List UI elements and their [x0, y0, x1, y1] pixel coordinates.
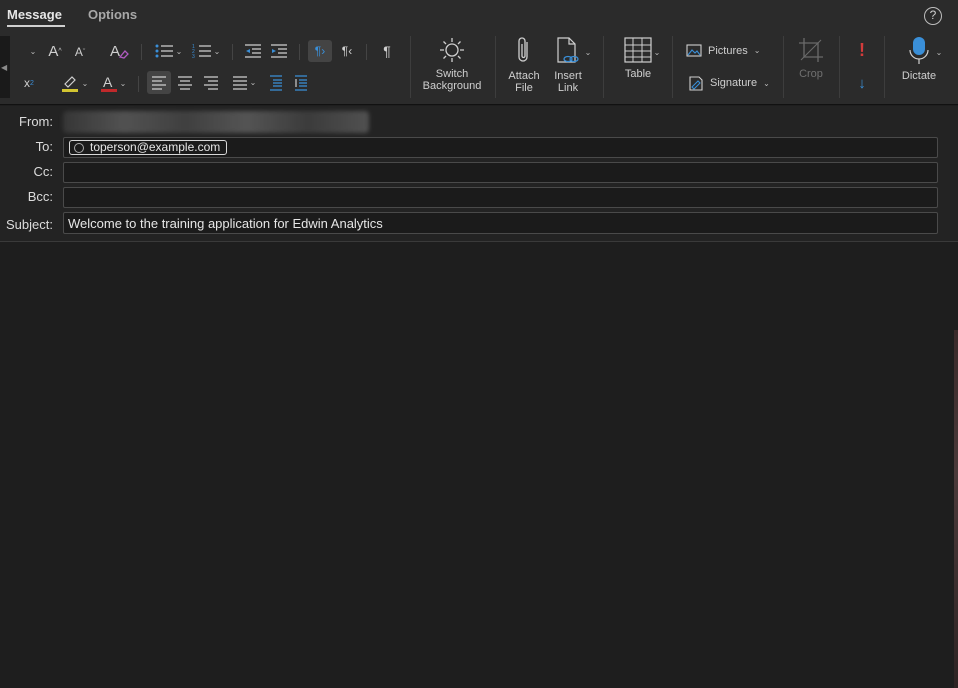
- tab-options[interactable]: Options: [88, 7, 137, 22]
- svg-text:A: A: [110, 43, 120, 60]
- tab-message[interactable]: Message: [7, 7, 62, 22]
- pictures-label: Pictures: [708, 44, 748, 57]
- microphone-icon: [909, 37, 929, 64]
- table-icon: [624, 37, 652, 63]
- active-tab-indicator: [7, 25, 65, 27]
- chevron-down-icon: ⌄: [653, 47, 661, 57]
- highlight-icon[interactable]: ⌄: [56, 72, 92, 94]
- ribbon-toolbar: ◀ ⌄ A ^ Aˇ A ⌄ 1 2 3 ⌄ ¶› ¶‹ ¶ x2 ⌄ A ⌄ ⌄: [0, 30, 958, 105]
- svg-text:A: A: [103, 74, 113, 90]
- dictate-label: Dictate: [901, 70, 937, 82]
- insert-link-label-2: Link: [557, 82, 579, 94]
- paragraph-spacing-icon[interactable]: [290, 71, 312, 94]
- crop-button[interactable]: Crop: [794, 36, 828, 80]
- subject-input[interactable]: [64, 213, 937, 233]
- divider: [410, 36, 411, 98]
- divider: [603, 36, 604, 98]
- chevron-down-icon: ⌄: [753, 46, 761, 55]
- recipient-chip[interactable]: toperson@example.com: [69, 140, 228, 155]
- insert-link-label-1: Insert: [554, 70, 582, 82]
- help-icon[interactable]: ?: [924, 7, 942, 25]
- presence-icon: [74, 143, 84, 153]
- low-importance-icon[interactable]: ↓: [852, 72, 872, 94]
- to-field[interactable]: toperson@example.com: [63, 137, 938, 158]
- background-window-edge: [954, 330, 958, 688]
- bullets-icon[interactable]: ⌄: [150, 41, 186, 61]
- dictate-button[interactable]: Dictate: [896, 36, 942, 82]
- attach-file-label-1: Attach: [508, 70, 540, 82]
- font-size-dropdown[interactable]: ⌄: [24, 42, 40, 60]
- justify-icon[interactable]: ⌄: [226, 71, 262, 94]
- bcc-label: Bcc:: [27, 189, 53, 204]
- picture-icon: [686, 44, 702, 57]
- dictate-dropdown[interactable]: ⌄: [932, 46, 944, 58]
- divider: [141, 44, 142, 60]
- ribbon-tab-bar: Message Options ?: [0, 0, 958, 30]
- cc-label: Cc:: [33, 164, 54, 179]
- message-header: From: To: toperson@example.com Cc: Bcc: …: [0, 106, 958, 242]
- divider: [366, 44, 367, 60]
- attach-file-label-2: File: [515, 82, 533, 94]
- decrease-indent-icon[interactable]: [242, 41, 264, 61]
- signature-button[interactable]: Signature ⌄: [688, 75, 770, 91]
- sun-icon: [440, 38, 464, 62]
- switch-background-label-2: Background: [422, 80, 482, 92]
- bcc-field[interactable]: [63, 187, 938, 208]
- numbering-icon[interactable]: 1 2 3 ⌄: [188, 41, 224, 61]
- right-to-left-icon[interactable]: ¶‹: [336, 40, 358, 62]
- from-account-blurred[interactable]: [63, 111, 369, 133]
- divider: [672, 36, 673, 98]
- cc-input[interactable]: [64, 163, 937, 182]
- signature-label: Signature: [710, 77, 758, 89]
- pictures-button[interactable]: Pictures ⌄: [686, 44, 760, 57]
- attach-file-button[interactable]: Attach File: [504, 36, 544, 94]
- divider: [839, 36, 840, 98]
- divider: [138, 76, 139, 92]
- svg-text:3: 3: [192, 54, 195, 59]
- left-to-right-icon[interactable]: ¶›: [308, 40, 332, 62]
- increase-indent-icon[interactable]: [268, 41, 290, 61]
- show-formatting-icon[interactable]: ¶: [376, 40, 398, 62]
- chevron-down-icon: ⌄: [763, 78, 770, 88]
- insert-link-dropdown[interactable]: ⌄: [581, 46, 593, 58]
- align-left-icon[interactable]: [147, 71, 171, 94]
- subject-field[interactable]: [63, 212, 938, 234]
- align-right-icon[interactable]: [200, 71, 222, 94]
- signature-icon: [689, 76, 703, 91]
- line-spacing-icon[interactable]: [265, 71, 287, 94]
- font-color-icon[interactable]: A ⌄: [96, 72, 130, 94]
- crop-label: Crop: [799, 68, 823, 80]
- divider: [884, 36, 885, 98]
- divider: [232, 44, 233, 60]
- to-label: To:: [35, 139, 53, 154]
- chevron-left-icon: ◀: [1, 63, 8, 72]
- link-document-icon: [557, 37, 579, 63]
- divider: [495, 36, 496, 98]
- divider: [299, 44, 300, 60]
- message-body[interactable]: [0, 243, 958, 688]
- chevron-down-icon: ⌄: [29, 46, 37, 56]
- subject-label: Subject:: [6, 217, 53, 232]
- superscript-icon[interactable]: x2: [18, 72, 40, 94]
- chevron-down-icon: ⌄: [935, 47, 943, 57]
- chevron-down-icon: ⌄: [584, 47, 592, 57]
- align-center-icon[interactable]: [174, 71, 196, 94]
- table-label: Table: [624, 68, 652, 80]
- recipient-email: toperson@example.com: [90, 140, 221, 154]
- shrink-font-icon[interactable]: Aˇ: [70, 41, 90, 63]
- switch-background-button[interactable]: Switch Background: [418, 36, 486, 92]
- switch-background-label-1: Switch: [435, 68, 469, 80]
- high-importance-icon[interactable]: !: [852, 39, 872, 61]
- from-label: From:: [19, 114, 53, 129]
- table-dropdown[interactable]: ⌄: [650, 46, 662, 58]
- grow-font-icon[interactable]: A ^: [44, 40, 66, 62]
- paperclip-icon: [518, 37, 528, 62]
- table-button[interactable]: Table: [614, 36, 662, 80]
- crop-icon: [799, 38, 823, 62]
- insert-link-button[interactable]: Insert Link: [548, 36, 588, 94]
- cc-field[interactable]: [63, 162, 938, 183]
- bcc-input[interactable]: [64, 188, 937, 207]
- divider: [783, 36, 784, 98]
- clear-formatting-icon[interactable]: A: [108, 40, 130, 62]
